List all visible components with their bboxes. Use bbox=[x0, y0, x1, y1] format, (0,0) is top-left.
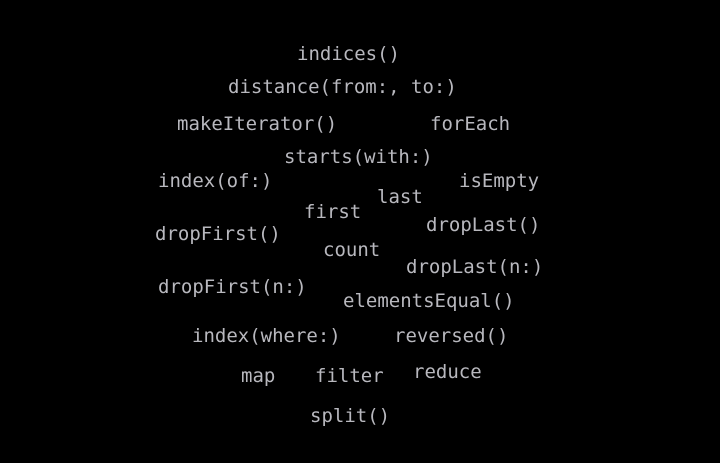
term-distance: distance(from:, to:) bbox=[228, 76, 457, 98]
term-elements-equal: elementsEqual() bbox=[343, 290, 515, 312]
term-is-empty: isEmpty bbox=[459, 170, 540, 192]
term-drop-last-n: dropLast(n:) bbox=[406, 256, 544, 278]
term-starts-with: starts(with:) bbox=[284, 146, 433, 168]
term-drop-first-n: dropFirst(n:) bbox=[158, 276, 307, 298]
term-drop-last: dropLast() bbox=[426, 214, 541, 236]
term-for-each: forEach bbox=[430, 113, 511, 135]
term-reduce: reduce bbox=[413, 361, 482, 383]
term-first: first bbox=[304, 201, 362, 223]
term-last: last bbox=[377, 186, 423, 208]
term-index-of: index(of:) bbox=[158, 170, 273, 192]
term-reversed: reversed() bbox=[394, 325, 509, 347]
term-indices: indices() bbox=[297, 43, 400, 65]
term-count: count bbox=[323, 239, 381, 261]
term-split: split() bbox=[310, 405, 391, 427]
method-word-cloud: indices() distance(from:, to:) makeItera… bbox=[0, 0, 720, 463]
term-map: map bbox=[241, 365, 276, 387]
term-filter: filter bbox=[315, 365, 384, 387]
term-drop-first: dropFirst() bbox=[155, 223, 281, 245]
term-index-where: index(where:) bbox=[192, 325, 341, 347]
term-make-iterator: makeIterator() bbox=[177, 113, 338, 135]
